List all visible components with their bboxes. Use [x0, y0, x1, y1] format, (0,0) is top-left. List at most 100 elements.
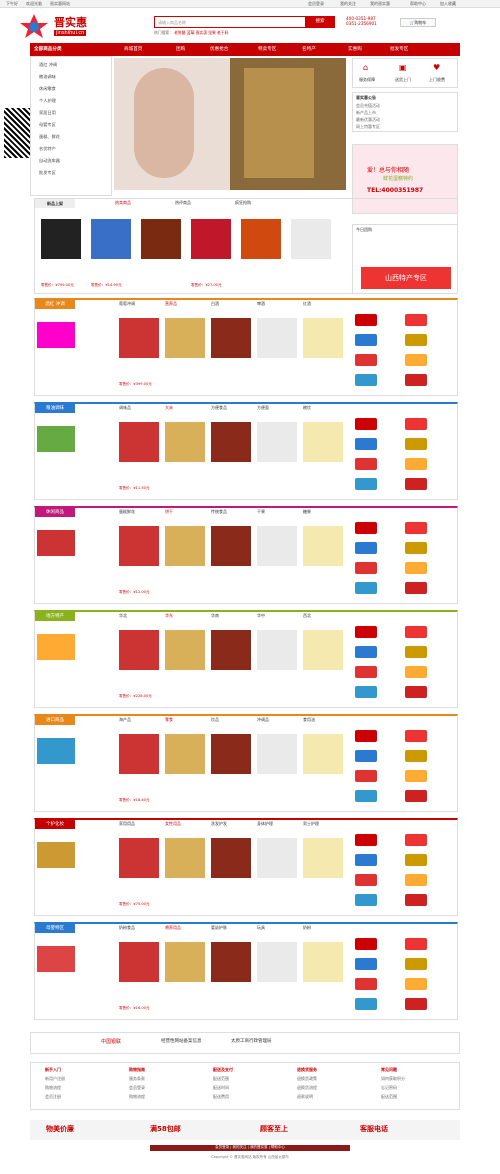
- row-tab[interactable]: 蛋糕鲜花: [119, 509, 135, 515]
- product-image[interactable]: [257, 422, 297, 462]
- product-image[interactable]: [119, 734, 159, 774]
- product-image[interactable]: [257, 942, 297, 982]
- row-title[interactable]: 进口商品: [35, 716, 75, 725]
- product-image[interactable]: [257, 526, 297, 566]
- brand-logo[interactable]: [355, 522, 377, 534]
- row-tab[interactable]: 奶粉食品: [119, 925, 135, 931]
- row-tab[interactable]: 大米: [165, 405, 173, 411]
- brand-logo[interactable]: [355, 998, 377, 1010]
- brand-logo[interactable]: [405, 978, 427, 990]
- category-item[interactable]: 粮油调味: [39, 74, 56, 80]
- row-tab[interactable]: 西北: [303, 613, 311, 619]
- brand-logo[interactable]: [355, 354, 377, 366]
- product-image[interactable]: [141, 219, 181, 259]
- nav-item[interactable]: 优惠抢合: [210, 46, 228, 52]
- product-image[interactable]: [257, 630, 297, 670]
- brand-logo[interactable]: [355, 938, 377, 950]
- brand-logo[interactable]: [405, 562, 427, 574]
- top-link-help[interactable]: 帮助中心: [410, 1, 426, 7]
- brand-logo[interactable]: [355, 730, 377, 742]
- footer-link[interactable]: 服务条款: [129, 1076, 145, 1082]
- site-logo[interactable]: 晋实惠 jinshihui.cn: [18, 12, 96, 42]
- brand-logo[interactable]: [355, 582, 377, 594]
- product-image[interactable]: [211, 630, 251, 670]
- footer-link[interactable]: 我的晋实惠: [250, 1145, 268, 1149]
- brand-logo[interactable]: [405, 854, 427, 866]
- product-image[interactable]: [303, 630, 343, 670]
- brand-logo[interactable]: [405, 478, 427, 490]
- product-image[interactable]: [303, 942, 343, 982]
- footer-link[interactable]: 帮助中心: [271, 1145, 285, 1149]
- brand-logo[interactable]: [355, 438, 377, 450]
- row-promo-image[interactable]: [37, 530, 75, 556]
- brand-logo[interactable]: [405, 874, 427, 886]
- footer-link[interactable]: 配送范围: [213, 1076, 233, 1082]
- brand-logo[interactable]: [405, 730, 427, 742]
- top-link-favorite[interactable]: 加入收藏: [440, 1, 456, 7]
- row-tab[interactable]: 家用用品: [119, 821, 135, 827]
- row-tab[interactable]: 喂养用品: [165, 925, 181, 931]
- product-image[interactable]: [165, 422, 205, 462]
- row-promo-image[interactable]: [37, 322, 75, 348]
- product-image[interactable]: [241, 219, 281, 259]
- nav-item[interactable]: 特卖专区: [258, 46, 276, 52]
- product-image[interactable]: [165, 734, 205, 774]
- row-tab[interactable]: 饮品: [211, 717, 219, 723]
- product-image[interactable]: [191, 219, 231, 259]
- row-tab[interactable]: 营养品: [165, 301, 177, 307]
- row-title[interactable]: 地方特产: [35, 612, 75, 621]
- brand-logo[interactable]: [355, 958, 377, 970]
- category-item[interactable]: 蛋糕、鲜花: [39, 134, 60, 140]
- row-title[interactable]: 母婴特区: [35, 924, 75, 933]
- product-image[interactable]: [291, 219, 331, 259]
- footer-link[interactable]: 我的关注: [233, 1145, 247, 1149]
- hot-word[interactable]: 蓝莓: [187, 30, 195, 35]
- row-tab[interactable]: 华中: [257, 613, 265, 619]
- product-image[interactable]: [257, 318, 297, 358]
- row-tab[interactable]: 洗发护发: [211, 821, 227, 827]
- brand-logo[interactable]: [355, 854, 377, 866]
- site-link[interactable]: 晋实惠网站: [50, 1, 70, 7]
- footer-link[interactable]: 配送费用: [213, 1094, 233, 1100]
- brand-logo[interactable]: [355, 562, 377, 574]
- brand-logo[interactable]: [405, 958, 427, 970]
- brand-logo[interactable]: [355, 750, 377, 762]
- row-promo-image[interactable]: [37, 946, 75, 972]
- hot-word[interactable]: 晋实惠: [196, 30, 207, 35]
- row-tab[interactable]: 粮饮: [303, 405, 311, 411]
- product-image[interactable]: [41, 219, 81, 259]
- nav-item[interactable]: 名特产: [302, 46, 316, 52]
- brand-logo[interactable]: [355, 418, 377, 430]
- row-promo-image[interactable]: [37, 738, 75, 764]
- row-promo-image[interactable]: [37, 426, 75, 452]
- brand-logo[interactable]: [355, 334, 377, 346]
- row-title[interactable]: 个护化妆: [35, 820, 75, 829]
- top-link-login[interactable]: 会员登录: [308, 1, 324, 7]
- brand-logo[interactable]: [355, 374, 377, 386]
- search-input[interactable]: 请输入商品名称: [154, 16, 324, 28]
- product-image[interactable]: [165, 838, 205, 878]
- row-tab[interactable]: 海产品: [119, 717, 131, 723]
- brand-logo[interactable]: [405, 334, 427, 346]
- news-item[interactable]: 会员充值活动: [356, 103, 380, 109]
- tab-new[interactable]: 新品上架: [35, 199, 75, 208]
- brand-logo[interactable]: [405, 646, 427, 658]
- brand-logo[interactable]: [405, 894, 427, 906]
- row-promo-image[interactable]: [37, 842, 75, 868]
- row-tab[interactable]: 冲调品: [257, 717, 269, 723]
- product-image[interactable]: [165, 630, 205, 670]
- category-item[interactable]: 母婴专区: [39, 122, 56, 128]
- row-tab[interactable]: 男士护理: [303, 821, 319, 827]
- footer-link[interactable]: 购物流程: [129, 1094, 145, 1100]
- category-item[interactable]: 个人护理: [39, 98, 56, 104]
- row-tab[interactable]: 啤酒: [257, 301, 265, 307]
- product-image[interactable]: [119, 526, 159, 566]
- brand-logo[interactable]: [405, 938, 427, 950]
- hot-word[interactable]: 老陈醋: [174, 30, 185, 35]
- tab-crazy[interactable]: 疯狂抢购: [235, 200, 251, 206]
- nav-item[interactable]: 团购: [176, 46, 185, 52]
- brand-logo[interactable]: [405, 418, 427, 430]
- row-tab[interactable]: 身体护理: [257, 821, 273, 827]
- main-banner[interactable]: [114, 58, 346, 190]
- row-title[interactable]: 酒红 冲调: [35, 300, 75, 309]
